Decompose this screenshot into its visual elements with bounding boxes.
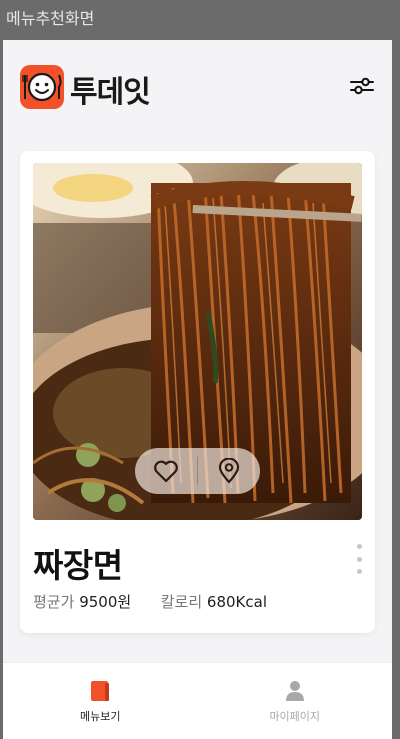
nav-mypage[interactable]: 마이페이지 bbox=[198, 663, 393, 739]
nav-menu[interactable]: 메뉴보기 bbox=[3, 663, 198, 739]
calorie-value: 680Kcal bbox=[206, 593, 267, 611]
map-pin-icon bbox=[218, 458, 240, 484]
app-header: 투데잇 bbox=[3, 40, 392, 130]
brand-name: 투데잇 bbox=[70, 75, 151, 110]
heart-icon bbox=[154, 460, 178, 483]
dish-info: 평균가 9500원 칼로리 680Kcal bbox=[33, 591, 267, 612]
dish-photo bbox=[33, 163, 362, 520]
nav-mypage-label: 마이페이지 bbox=[269, 710, 321, 723]
bottom-nav: 메뉴보기 마이페이지 bbox=[3, 662, 392, 739]
calorie-label: 칼로리 bbox=[160, 593, 203, 611]
book-icon bbox=[91, 681, 110, 701]
sliders-icon bbox=[350, 77, 374, 95]
logo-icon bbox=[20, 65, 64, 109]
app-screen: 투데잇 짜장면 평균가 9500원 칼로리 680Kcal 메뉴보기 마이페이지 bbox=[3, 40, 392, 739]
action-pill bbox=[135, 448, 260, 494]
dish-name: 짜장면 bbox=[33, 546, 123, 585]
more-options-button[interactable] bbox=[351, 544, 367, 574]
vertical-dots-icon bbox=[356, 544, 362, 549]
location-button[interactable] bbox=[198, 448, 260, 494]
filter-button[interactable] bbox=[350, 74, 374, 98]
like-button[interactable] bbox=[135, 448, 197, 494]
window-title-bar: 메뉴추천화면 bbox=[0, 0, 400, 38]
nav-menu-label: 메뉴보기 bbox=[80, 710, 121, 723]
person-icon bbox=[285, 681, 304, 701]
menu-card: 짜장면 평균가 9500원 칼로리 680Kcal bbox=[20, 151, 375, 633]
price-label: 평균가 bbox=[33, 593, 75, 611]
price-value: 9500원 bbox=[79, 593, 132, 611]
window-title: 메뉴추천화면 bbox=[6, 9, 95, 28]
